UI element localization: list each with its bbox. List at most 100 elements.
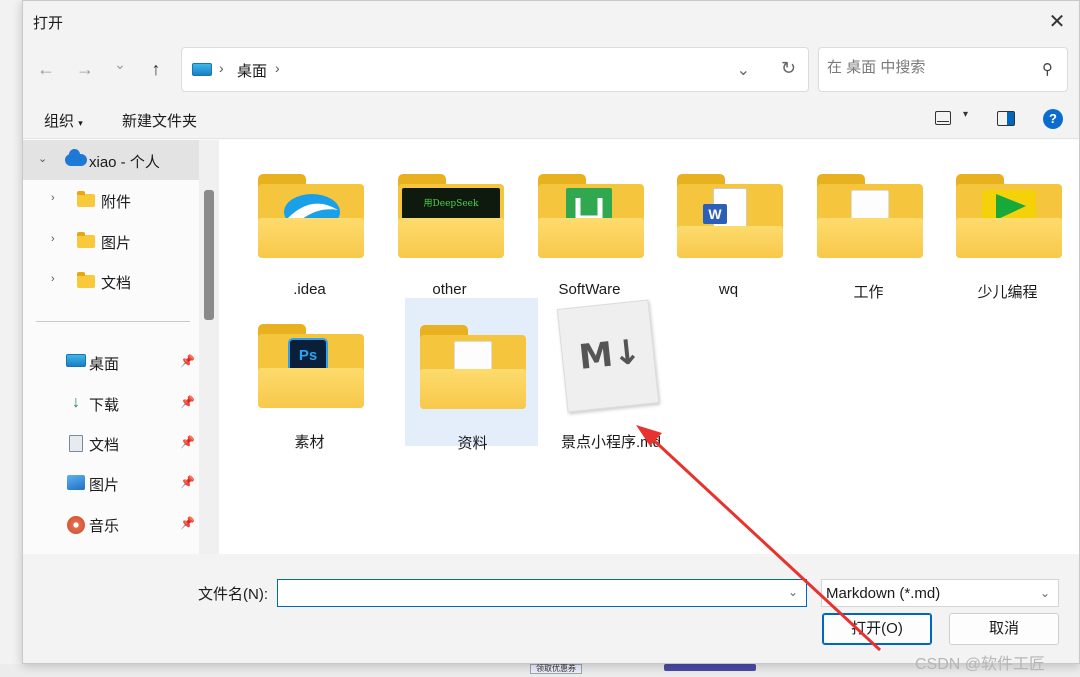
music-icon <box>66 516 86 534</box>
pictures-icon <box>66 475 86 491</box>
expand-chevron-icon[interactable]: › <box>51 273 55 285</box>
pin-icon[interactable]: 📌 <box>180 395 195 409</box>
folder-icon <box>77 191 95 207</box>
deepseek-thumbnail: 用DeepSeek <box>402 188 500 220</box>
filename-label: 文件名(N): <box>198 586 268 603</box>
sidebar-item-label: 图片 <box>101 235 132 252</box>
view-mode-icon[interactable] <box>935 111 951 125</box>
folder-item-wq[interactable]: W wq <box>662 148 795 298</box>
recent-locations-chevron-icon[interactable]: ⌄ <box>109 56 131 73</box>
sidebar-item-label: 音乐 <box>89 518 120 535</box>
expand-chevron-icon[interactable]: › <box>51 192 55 204</box>
sidebar-item-documents-onedrive[interactable]: › 文档 <box>23 261 199 301</box>
cancel-button[interactable]: 取消 <box>949 613 1059 645</box>
expand-chevron-icon[interactable]: › <box>51 233 55 245</box>
document-icon <box>66 435 86 452</box>
address-bar[interactable]: › 桌面 › ⌄ ↻ <box>181 47 809 92</box>
command-toolbar: 组织 ▾ 新建文件夹 ▾ ? <box>23 99 1079 139</box>
folder-item-idea[interactable]: .idea <box>243 148 376 298</box>
new-folder-button[interactable]: 新建文件夹 <box>122 110 197 131</box>
dialog-footer: 文件名(N): ⌄ Markdown (*.md) ⌄ 打开(O) 取消 <box>23 554 1079 663</box>
search-icon[interactable]: ⚲ <box>1042 60 1053 78</box>
filename-combobox[interactable]: ⌄ <box>277 579 807 607</box>
markdown-file-icon: M↓ <box>556 299 660 413</box>
pin-icon[interactable]: 📌 <box>180 435 195 449</box>
file-name: 素材 <box>294 434 325 451</box>
markdown-logo-icon: M↓ <box>576 331 644 378</box>
desktop-icon <box>66 354 86 370</box>
desktop-location-icon <box>192 63 212 76</box>
sidebar-item-label: 附件 <box>101 194 132 211</box>
file-name: 工作 <box>853 284 884 301</box>
breadcrumb-separator-icon[interactable]: › <box>219 60 224 76</box>
background-snippet: 领取优惠券 <box>530 664 582 674</box>
filename-input[interactable] <box>282 584 772 600</box>
folder-icon <box>420 325 526 409</box>
up-arrow-icon[interactable]: ↑ <box>145 59 167 80</box>
download-icon: ↓ <box>72 394 80 411</box>
sidebar-item-downloads[interactable]: ↓ 下载 📌 <box>23 383 199 423</box>
search-box[interactable]: ⚲ <box>818 47 1068 92</box>
folder-icon: 用DeepSeek <box>398 174 504 258</box>
back-arrow-icon[interactable]: ← <box>35 59 57 80</box>
breadcrumb-desktop[interactable]: 桌面 <box>237 60 267 81</box>
collapse-chevron-icon[interactable]: ⌄ <box>38 152 47 165</box>
filetype-select[interactable]: Markdown (*.md) ⌄ <box>821 579 1059 607</box>
folder-item-other[interactable]: 用DeepSeek other <box>383 148 516 298</box>
watermark: CSDN @软件工匠 <box>915 656 1046 673</box>
word-doc-icon: W <box>703 204 727 224</box>
folder-icon: W <box>677 174 783 258</box>
sidebar-scrollbar-thumb[interactable] <box>204 190 214 320</box>
sidebar-item-label: xiao - 个人 <box>89 154 160 171</box>
help-icon[interactable]: ? <box>1043 109 1063 129</box>
folder-item-materials[interactable]: Ps 素材 <box>243 298 376 451</box>
open-button[interactable]: 打开(O) <box>822 613 932 645</box>
sidebar-item-music[interactable]: 音乐 📌 <box>23 504 199 544</box>
sidebar-item-pictures[interactable]: 图片 📌 <box>23 463 199 503</box>
file-name: SoftWare <box>558 281 621 298</box>
sidebar-item-desktop[interactable]: 桌面 📌 <box>23 342 199 382</box>
pin-icon[interactable]: 📌 <box>180 475 195 489</box>
sidebar-item-label: 文档 <box>89 437 120 454</box>
view-mode-dropdown-icon[interactable]: ▾ <box>963 109 968 120</box>
folder-item-software[interactable]: SoftWare <box>523 148 656 298</box>
filetype-dropdown-chevron-icon[interactable]: ⌄ <box>1040 586 1050 600</box>
organize-dropdown-icon: ▾ <box>78 118 83 128</box>
file-item-markdown[interactable]: M↓ 景点小程序.md <box>552 298 665 451</box>
refresh-icon[interactable]: ↻ <box>781 58 796 79</box>
sidebar-divider <box>36 321 190 322</box>
folder-icon <box>77 272 95 288</box>
folder-icon: Ps <box>258 324 364 408</box>
folder-icon <box>956 174 1062 258</box>
pin-icon[interactable]: 📌 <box>180 516 195 530</box>
search-input[interactable] <box>827 59 1027 76</box>
sidebar-scrollbar-track[interactable] <box>199 140 219 554</box>
sidebar-item-pictures-onedrive[interactable]: › 图片 <box>23 221 199 261</box>
folder-item-kids-coding[interactable]: 少儿编程 <box>941 148 1074 301</box>
filename-dropdown-chevron-icon[interactable]: ⌄ <box>788 585 798 599</box>
filetype-value: Markdown (*.md) <box>826 585 941 602</box>
sidebar-item-onedrive[interactable]: ⌄ xiao - 个人 <box>23 140 199 180</box>
file-name: wq <box>718 281 739 298</box>
folder-icon <box>258 174 364 258</box>
file-list-view: .idea 用DeepSeek other SoftWare W wq 工作 少… <box>219 140 1079 554</box>
folder-item-data[interactable]: 资料 <box>405 298 538 452</box>
file-name: 少儿编程 <box>977 284 1038 301</box>
file-name: other <box>432 281 467 298</box>
close-icon[interactable]: ✕ <box>1047 9 1067 34</box>
organize-label: 组织 <box>44 113 75 130</box>
address-dropdown-chevron-icon[interactable]: ⌄ <box>737 60 750 80</box>
preview-pane-icon[interactable] <box>997 111 1015 126</box>
sidebar-item-documents[interactable]: 文档 📌 <box>23 423 199 463</box>
dialog-title: 打开 <box>33 15 64 32</box>
sidebar-item-label: 桌面 <box>89 356 120 373</box>
sidebar-item-attachments[interactable]: › 附件 <box>23 180 199 220</box>
sidebar-item-label: 图片 <box>89 477 120 494</box>
navigation-bar: ← → ⌄ ↑ › 桌面 › ⌄ ↻ ⚲ <box>23 39 1079 99</box>
folder-icon <box>77 232 95 248</box>
organize-menu-button[interactable]: 组织 ▾ <box>44 110 83 131</box>
folder-item-work[interactable]: 工作 <box>802 148 935 301</box>
pin-icon[interactable]: 📌 <box>180 354 195 368</box>
breadcrumb-separator-icon[interactable]: › <box>275 60 280 76</box>
forward-arrow-icon[interactable]: → <box>74 59 96 80</box>
